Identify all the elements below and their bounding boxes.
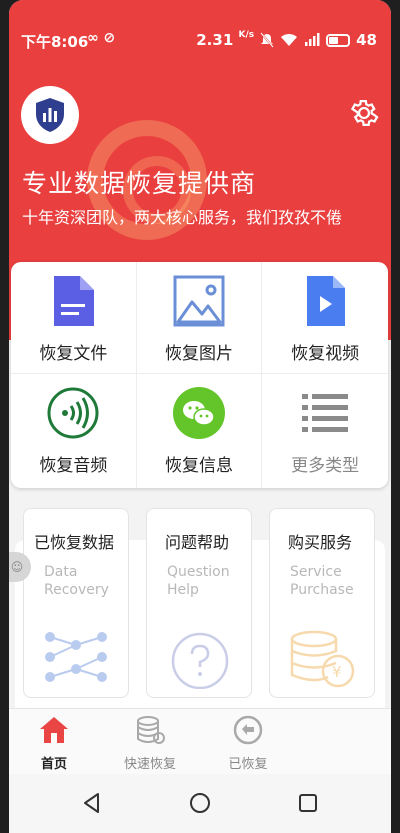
home-icon — [40, 717, 68, 743]
category-more-types[interactable]: 更多类型 — [262, 374, 388, 488]
coins-icon: ¥ — [290, 630, 355, 688]
list-icon — [302, 394, 349, 432]
page-title: 专业数据恢复提供商 — [22, 169, 257, 198]
category-recover-video[interactable]: 恢复视频 — [262, 262, 388, 374]
database-refresh-icon — [137, 716, 165, 744]
category-label: 恢复图片 — [164, 344, 233, 364]
battery-level: 48 — [356, 31, 377, 49]
undo-circle-icon — [233, 715, 263, 745]
signal-icon — [305, 33, 320, 46]
category-label: 恢复文件 — [39, 344, 108, 364]
tab-recovered[interactable]: 已恢复 — [213, 715, 283, 772]
recents-icon[interactable] — [295, 790, 321, 816]
category-recover-file[interactable]: 恢复文件 — [11, 262, 137, 374]
robot-icon: ☺ — [10, 560, 24, 574]
shield-chart-icon — [36, 98, 64, 132]
network-speed: 2.31 K/s — [196, 30, 255, 50]
category-recover-image[interactable]: 恢复图片 — [136, 262, 263, 374]
tab-label: 快速恢复 — [123, 757, 176, 772]
settings-button[interactable] — [347, 96, 381, 130]
svg-text:¥: ¥ — [332, 663, 342, 681]
category-label: 恢复信息 — [164, 456, 233, 476]
data-network-icon — [45, 632, 107, 682]
recovered-data-card[interactable]: 已恢复数据 Data Recovery — [23, 508, 129, 698]
service-subtitle: Question Help — [167, 564, 230, 598]
service-title: 已恢复数据 — [34, 533, 115, 552]
category-recover-message[interactable]: 恢复信息 — [137, 374, 263, 488]
status-bar: 下午8:06 ∞ ⊘ 2.31 K/s 48 — [9, 0, 391, 51]
question-help-card[interactable]: 问题帮助 Question Help — [146, 508, 252, 698]
wifi-icon — [281, 33, 298, 46]
tab-label: 已恢复 — [228, 757, 268, 772]
mute-icon — [260, 32, 274, 48]
wechat-icon — [172, 387, 225, 439]
file-icon — [54, 276, 95, 326]
service-subtitle: Data Recovery — [44, 564, 109, 598]
category-label: 恢复视频 — [291, 344, 360, 364]
video-icon — [307, 276, 346, 326]
app-screen: 下午8:06 ∞ ⊘ 2.31 K/s 48 专业数据恢复提供商 十年资深团队，… — [9, 0, 391, 833]
tab-label: 首页 — [40, 757, 67, 772]
category-recover-audio[interactable]: 恢复音频 — [11, 374, 137, 488]
status-notification-icons: ∞ ⊘ — [87, 30, 116, 46]
page-subtitle: 十年资深团队，两大核心服务，我们孜孜不倦 — [22, 208, 343, 227]
app-logo — [21, 86, 79, 144]
service-title: 问题帮助 — [165, 533, 230, 552]
bottom-tab-bar: 首页 快速恢复 已恢复 — [9, 708, 391, 774]
image-icon — [173, 275, 225, 327]
tab-home[interactable]: 首页 — [19, 715, 89, 772]
tab-quick-recover[interactable]: 快速恢复 — [115, 715, 185, 772]
status-time: 下午8:06 — [21, 33, 89, 51]
battery-icon — [326, 33, 351, 47]
question-mark-icon — [171, 632, 229, 689]
system-nav-bar — [9, 774, 391, 833]
category-label: 更多类型 — [291, 456, 360, 476]
service-subtitle: Service Purchase — [290, 564, 354, 598]
purchase-service-card[interactable]: 购买服务 Service Purchase ¥ — [269, 508, 375, 698]
service-title: 购买服务 — [288, 533, 353, 552]
gear-icon — [350, 99, 379, 127]
home-circle-icon[interactable] — [187, 790, 213, 816]
back-icon[interactable] — [79, 790, 105, 816]
status-right-group: 2.31 K/s 48 — [196, 30, 377, 50]
recovery-category-grid: 恢复文件 恢复图片 恢复视频 恢复音频 恢复信息 更多类型 — [11, 262, 388, 488]
category-label: 恢复音频 — [39, 456, 108, 476]
audio-icon — [47, 387, 99, 439]
